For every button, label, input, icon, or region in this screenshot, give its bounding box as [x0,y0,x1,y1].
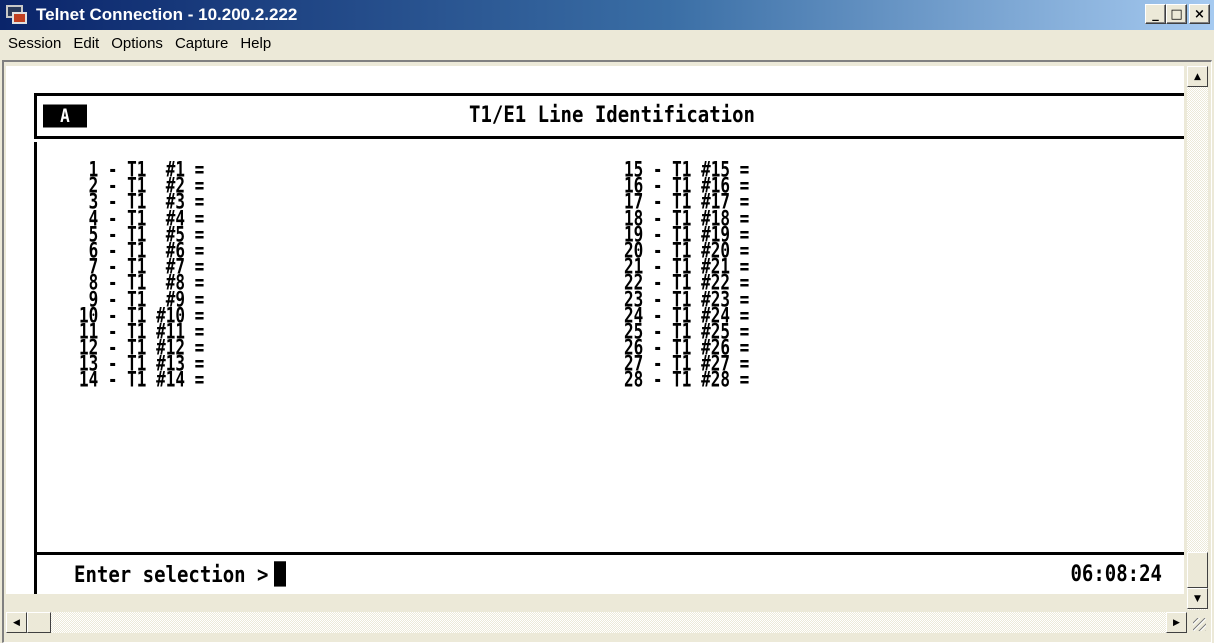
window-title: Telnet Connection - 10.200.2.222 [36,5,298,24]
menu-edit[interactable]: Edit [67,35,105,52]
screen-header: A T1/E1 Line Identification [34,93,1184,139]
line-item: 14 - T1 #14 = [79,366,205,393]
menu-bar: Session Edit Options Capture Help [0,30,1214,56]
menu-capture[interactable]: Capture [169,35,234,52]
menu-help[interactable]: Help [234,35,277,52]
scroll-right-icon[interactable]: ▶ [1166,612,1187,633]
title-bar[interactable]: Telnet Connection - 10.200.2.222 _ □ × [0,0,1214,30]
scroll-up-icon[interactable]: ▲ [1187,66,1208,87]
prompt-label: Enter selection > [74,562,269,588]
horizontal-scrollbar[interactable]: ◀ ▶ [6,612,1187,633]
screen-body: 1 - T1 #1 = 2 - T1 #2 = 3 - T1 #3 = 4 - … [34,142,1184,552]
vertical-scroll-thumb[interactable] [1187,552,1208,588]
scroll-down-icon[interactable]: ▼ [1187,588,1208,609]
line-item: 28 - T1 #28 = [624,366,750,393]
clock: 06:08:24 [1070,561,1162,587]
screen-footer: Enter selection > 06:08:24 [34,552,1184,594]
line-list-right: 15 - T1 #15 = 16 - T1 #16 = 17 - T1 #17 … [624,158,750,393]
maximize-button[interactable]: □ [1166,4,1187,24]
close-button[interactable]: × [1189,4,1210,24]
vertical-scrollbar[interactable]: ▲ ▼ [1187,66,1208,610]
screen-title: T1/E1 Line Identification [469,102,755,128]
line-list-left: 1 - T1 #1 = 2 - T1 #2 = 3 - T1 #3 = 4 - … [79,158,205,393]
menu-options[interactable]: Options [105,35,169,52]
telnet-computer-icon[interactable] [6,4,28,26]
menu-session[interactable]: Session [2,35,67,52]
text-cursor [274,561,287,587]
minimize-button[interactable]: _ [1145,4,1166,24]
selection-prompt[interactable]: Enter selection > [74,561,287,588]
terminal-screen[interactable]: A T1/E1 Line Identification 1 - T1 #1 = … [6,66,1184,594]
horizontal-scroll-thumb[interactable] [27,612,51,633]
scroll-left-icon[interactable]: ◀ [6,612,27,633]
resize-grip[interactable] [1187,612,1208,633]
